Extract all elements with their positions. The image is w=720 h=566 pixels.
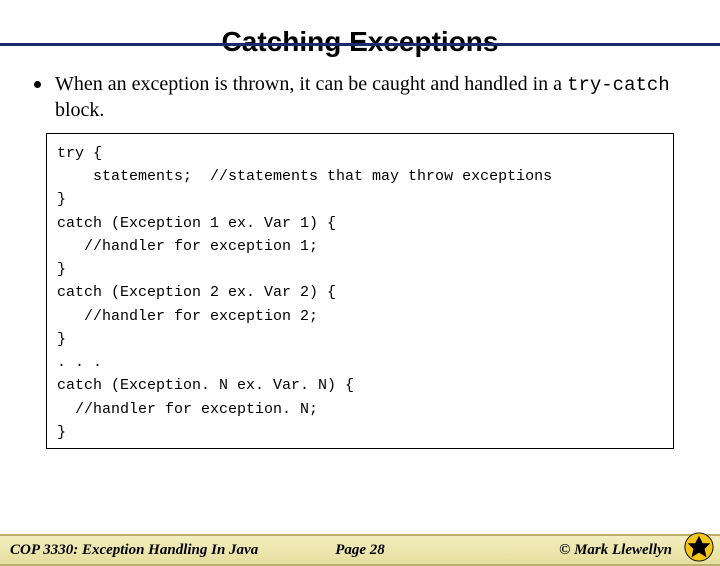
top-rule (0, 43, 720, 46)
bullet-post: block. (55, 99, 104, 121)
footer-bar: COP 3330: Exception Handling In Java Pag… (0, 534, 720, 566)
code-block: try { statements; //statements that may … (46, 133, 674, 449)
bullet-item: When an exception is thrown, it can be c… (34, 72, 686, 123)
footer-left: COP 3330: Exception Handling In Java (10, 542, 559, 559)
slide-title: Catching Exceptions (0, 26, 720, 58)
footer-page: Page 28 (335, 542, 385, 559)
bullet-text: When an exception is thrown, it can be c… (55, 72, 686, 123)
ucf-logo-icon (684, 532, 714, 562)
bullet-pre: When an exception is thrown, it can be c… (55, 73, 567, 95)
bullet-dot-icon (34, 81, 41, 88)
bullet-code: try-catch (567, 74, 670, 96)
